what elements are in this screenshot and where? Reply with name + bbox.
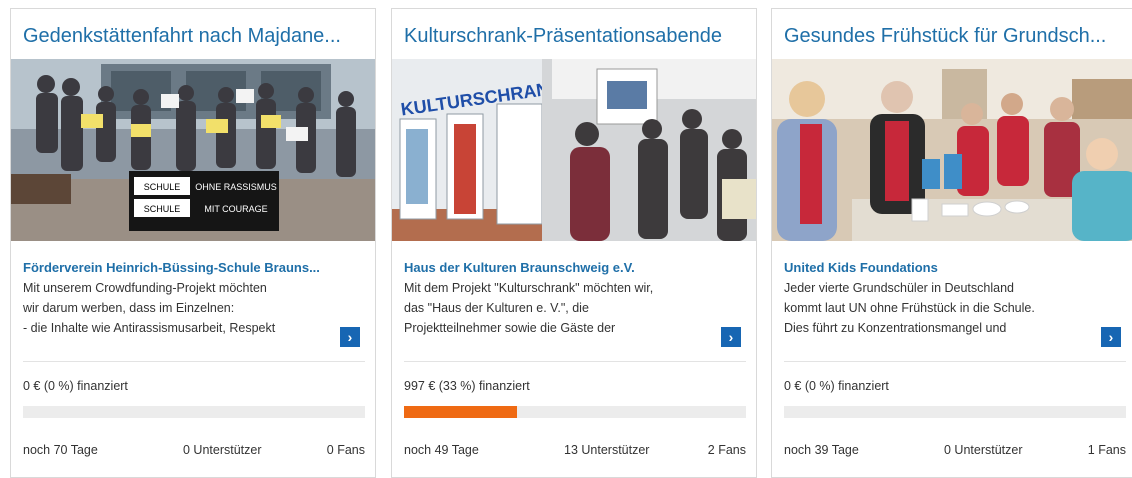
divider: [784, 361, 1126, 362]
project-description: Mit unserem Crowdfunding-Projekt möchten…: [23, 281, 276, 335]
supporter-count: 0 Unterstützer: [944, 443, 1023, 457]
organization-link[interactable]: Förderverein Heinrich-Büssing-Schule Bra…: [23, 260, 363, 275]
project-card[interactable]: Gedenkstättenfahrt nach Majdane... SCHUL…: [10, 8, 376, 478]
banner-text: SCHULE: [144, 182, 181, 192]
project-image[interactable]: SCHULE OHNE RASSISMUS SCHULE MIT COURAGE: [11, 59, 375, 241]
banner-text: MIT COURAGE: [204, 204, 267, 214]
progress-bar: [784, 406, 1126, 418]
project-card[interactable]: Kulturschrank-Präsentationsabende KULTUR…: [391, 8, 757, 478]
project-description: Mit dem Projekt "Kulturschrank" möchten …: [404, 281, 654, 335]
supporter-count: 13 Unterstützer: [564, 443, 650, 457]
progress-bar: [23, 406, 365, 418]
days-remaining: noch 70 Tage: [23, 443, 98, 457]
funding-status: 0 € (0 %) finanziert: [784, 379, 889, 393]
project-title[interactable]: Gedenkstättenfahrt nach Majdane...: [23, 25, 368, 48]
project-title[interactable]: Kulturschrank-Präsentationsabende: [404, 25, 749, 48]
divider: [23, 361, 365, 362]
banner-text: OHNE RASSISMUS: [195, 182, 277, 192]
days-remaining: noch 49 Tage: [404, 443, 479, 457]
chevron-right-icon[interactable]: ›: [1101, 327, 1121, 347]
project-image[interactable]: KULTURSCHRANK: [392, 59, 756, 241]
organization-link[interactable]: United Kids Foundations: [784, 260, 1124, 275]
progress-bar: [404, 406, 746, 418]
funding-status: 997 € (33 %) finanziert: [404, 379, 530, 393]
chevron-right-icon[interactable]: ›: [721, 327, 741, 347]
fan-count: 0 Fans: [326, 443, 365, 457]
supporter-count: 0 Unterstützer: [183, 443, 262, 457]
project-title[interactable]: Gesundes Frühstück für Grundsch...: [784, 25, 1129, 48]
funding-status: 0 € (0 %) finanziert: [23, 379, 128, 393]
days-remaining: noch 39 Tage: [784, 443, 859, 457]
project-card[interactable]: Gesundes Frühstück für Grundsch... Unite…: [771, 8, 1132, 478]
progress-fill: [404, 406, 517, 418]
project-description: Jeder vierte Grundschüler in Deutschland…: [784, 281, 1035, 335]
divider: [404, 361, 746, 362]
chevron-right-icon[interactable]: ›: [340, 327, 360, 347]
organization-link[interactable]: Haus der Kulturen Braunschweig e.V.: [404, 260, 744, 275]
project-image[interactable]: [772, 59, 1132, 241]
banner-text: SCHULE: [144, 204, 181, 214]
fan-count: 1 Fans: [1087, 443, 1126, 457]
fan-count: 2 Fans: [707, 443, 746, 457]
